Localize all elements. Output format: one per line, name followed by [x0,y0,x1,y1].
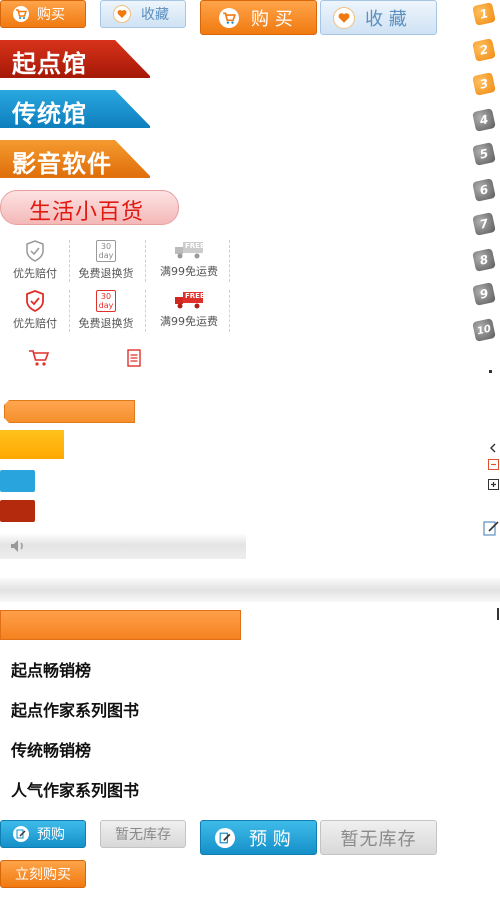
banner-qidian-label: 起点馆 [12,50,87,78]
feature-label: 优先赔付 [13,267,57,280]
calendar-30day-icon: 30 day [96,240,116,262]
rank-badge: 10 [472,318,496,342]
feature-label: 满99免运费 [160,315,218,328]
edit-note-icon[interactable] [483,519,500,540]
truck-free-icon: FREE [173,290,205,310]
feature-label: 满99免运费 [160,265,218,278]
feature-label: 免费退换货 [78,267,134,280]
heart-icon [333,6,355,29]
rank-badge: 2 [472,38,496,62]
edge-mark [497,608,499,620]
rank-badge: 4 [472,108,496,132]
collapse-icon[interactable] [488,459,499,470]
gray-band [0,578,500,602]
banner-traditional[interactable]: 传统馆 [0,90,150,130]
divider [229,240,230,282]
truck-free-icon: FREE [173,240,205,260]
banner-qidian[interactable]: 起点馆 [0,40,150,80]
buy-label: 购买 [37,7,65,23]
expand-icon[interactable] [488,479,499,490]
banner-traditional-label: 传统馆 [12,100,87,128]
favorite-button-large[interactable]: 收 藏 [320,0,437,35]
document-icon[interactable] [127,349,141,371]
banner-life[interactable]: 生活小百货 [0,190,179,225]
calendar-30day-icon: 30 day [96,290,116,312]
favorite-label: 收 藏 [365,8,407,30]
shield-check-icon [26,240,44,262]
favorite-label: 收藏 [141,7,169,23]
out-of-stock-button-small: 暂无库存 [100,820,186,848]
rank-badge: 5 [472,142,496,166]
cart-icon[interactable] [28,349,50,371]
yellow-swatch [0,430,64,459]
out-of-stock-label: 暂无库存 [115,827,171,843]
orange-header-bar [0,610,241,640]
preorder-label: 预 购 [249,828,291,850]
edit-icon [215,827,235,848]
banner-media[interactable]: 影音软件 [0,140,150,180]
buy-now-button[interactable]: 立刻购买 [0,860,86,888]
shield-check-icon [26,290,44,312]
chevron-left-icon[interactable] [489,438,497,457]
buy-button-large[interactable]: 购 买 [200,0,317,35]
list-title-popular-author-series[interactable]: 人气作家系列图书 [11,777,139,801]
buy-label: 购 买 [251,8,293,30]
feature-priority-pay: 优先赔付 [0,240,73,281]
feature-label: 免费退换货 [78,317,134,330]
volume-bar[interactable] [0,533,246,559]
orange-tag-bar [4,400,135,423]
speaker-icon[interactable] [10,539,28,553]
rank-badge: 8 [472,248,496,272]
rank-badge: 7 [472,212,496,236]
feature-priority-pay: 优先赔付 [0,290,73,331]
divider [229,290,230,332]
feature-label: 优先赔付 [13,317,57,330]
edit-icon [13,826,29,842]
divider [145,290,146,332]
out-of-stock-label: 暂无库存 [340,828,417,850]
preorder-label: 预购 [37,827,65,843]
rank-badge: 1 [472,2,496,26]
preorder-button-large[interactable]: 预 购 [200,820,317,855]
heart-icon [113,5,131,23]
rank-badge: 6 [472,178,496,202]
cart-icon [219,7,239,28]
favorite-button-small[interactable]: 收藏 [100,0,186,28]
list-title-qidian-author-series[interactable]: 起点作家系列图书 [11,697,139,721]
dot [489,370,492,373]
cart-icon [13,6,29,22]
preorder-button-small[interactable]: 预购 [0,820,86,848]
list-title-traditional-bestsellers[interactable]: 传统畅销榜 [11,737,91,761]
banner-life-label: 生活小百货 [29,200,145,225]
out-of-stock-button-large: 暂无库存 [320,820,437,855]
feature-free-shipping: FREE 满99免运费 [151,290,227,329]
buy-button-small[interactable]: 购买 [0,0,86,28]
feature-free-return: 30 day 免费退换货 [68,240,144,281]
divider [145,240,146,282]
buy-now-label: 立刻购买 [15,867,71,883]
feature-free-return: 30 day 免费退换货 [68,290,144,331]
red-swatch [0,500,35,522]
blue-swatch [0,470,35,492]
feature-free-shipping: FREE 满99免运费 [151,240,227,279]
list-title-qidian-bestsellers[interactable]: 起点畅销榜 [11,657,91,681]
banner-media-label: 影音软件 [12,150,112,178]
rank-badge: 9 [472,282,496,306]
rank-badge: 3 [472,72,496,96]
